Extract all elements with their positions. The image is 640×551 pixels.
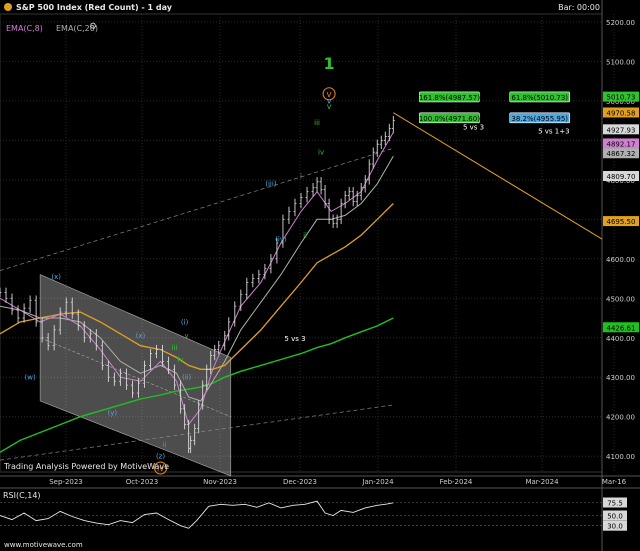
wave-label: (x) <box>51 273 61 281</box>
x-tick-label: Mar-2024 <box>525 478 559 486</box>
wave-label: (ii) <box>182 374 192 382</box>
wave-label: (y) <box>108 409 118 417</box>
wave-label: 1 <box>324 54 335 73</box>
wave-label: iv <box>178 356 184 364</box>
x-tick-label: Mar-16 <box>602 478 627 486</box>
x-tick-label: Oct-2023 <box>126 478 158 486</box>
settings-icon[interactable] <box>4 3 12 11</box>
price-tag-label: 4426.61 <box>607 324 636 332</box>
fib-label: 5 vs 1+3 <box>538 127 569 135</box>
price-tag-label: 5010.73 <box>607 94 636 102</box>
price-tag-label: 4927.93 <box>607 126 636 134</box>
y-tick-label: 4400.00 <box>606 335 635 343</box>
price-tag-label: 4867.32 <box>607 150 636 158</box>
y-tick-label: 4300.00 <box>606 374 635 382</box>
gear-icon[interactable]: ⚙ <box>89 22 97 32</box>
fib-box-label: 161.8%(4987.57) <box>419 94 480 102</box>
y-tick-label: 5200.00 <box>606 19 635 27</box>
fib-box-label: 100.0%(4971.60) <box>419 115 480 123</box>
x-tick-label: Sep-2023 <box>49 478 83 486</box>
y-tick-label: 5100.00 <box>606 58 635 66</box>
wave-label: ii <box>163 441 167 449</box>
y-tick-label: 4200.00 <box>606 414 635 422</box>
x-tick-label: Feb-2024 <box>440 478 473 486</box>
y-tick-label: 4100.00 <box>606 453 635 461</box>
wave-label: v <box>327 102 332 111</box>
x-tick-label: Jan-2024 <box>361 478 394 486</box>
price-tag-label: 4809.70 <box>607 173 636 181</box>
wave-label: (w) <box>25 374 36 382</box>
price-tag-label: 4970.58 <box>607 109 636 117</box>
wave-label: (iv) <box>275 236 287 244</box>
chart-title: S&P 500 Index (Red Count) - 1 day <box>16 3 172 12</box>
footer-credit: Trading Analysis Powered by MotiveWave <box>4 462 170 471</box>
wave-label: iv <box>318 149 324 157</box>
wave-label: (i) <box>181 318 189 326</box>
fib-box-label: 38.2%(4955.95) <box>511 115 568 123</box>
y-tick-label: 4600.00 <box>606 256 635 264</box>
price-tag-label: 4695.50 <box>607 218 636 226</box>
bar-label: Bar: 00:00 <box>558 3 600 12</box>
price-tag-label: 4892.17 <box>607 140 636 148</box>
rsi-title: RSI(C,14) <box>3 491 41 500</box>
wave-label: i <box>300 172 302 180</box>
x-tick-label: Dec-2023 <box>283 478 317 486</box>
fib-label: 5 vs 3 <box>284 335 305 343</box>
y-tick-label: 4500.00 <box>606 295 635 303</box>
wave-label: iii <box>314 119 320 127</box>
ema8-label: EMA(C,8) <box>6 24 43 33</box>
fib-box-label: 61.8%(5010.73) <box>511 94 568 102</box>
wave-label: v <box>185 332 189 340</box>
wave-label: ii <box>303 232 307 240</box>
watermark: www.motivewave.com <box>4 541 83 549</box>
rsi-tag-label: 50.0 <box>607 513 623 521</box>
rsi-tag-label: 75.5 <box>607 499 623 507</box>
fib-label: 5 vs 3 <box>463 124 484 132</box>
x-tick-label: Nov-2023 <box>203 478 237 486</box>
wave-label: iii <box>172 344 178 352</box>
wave-label: (iii) <box>265 180 277 188</box>
wave-label: (x) <box>136 332 146 340</box>
rsi-tag-label: 30.0 <box>607 523 623 531</box>
wave-label: (z) <box>156 453 165 461</box>
